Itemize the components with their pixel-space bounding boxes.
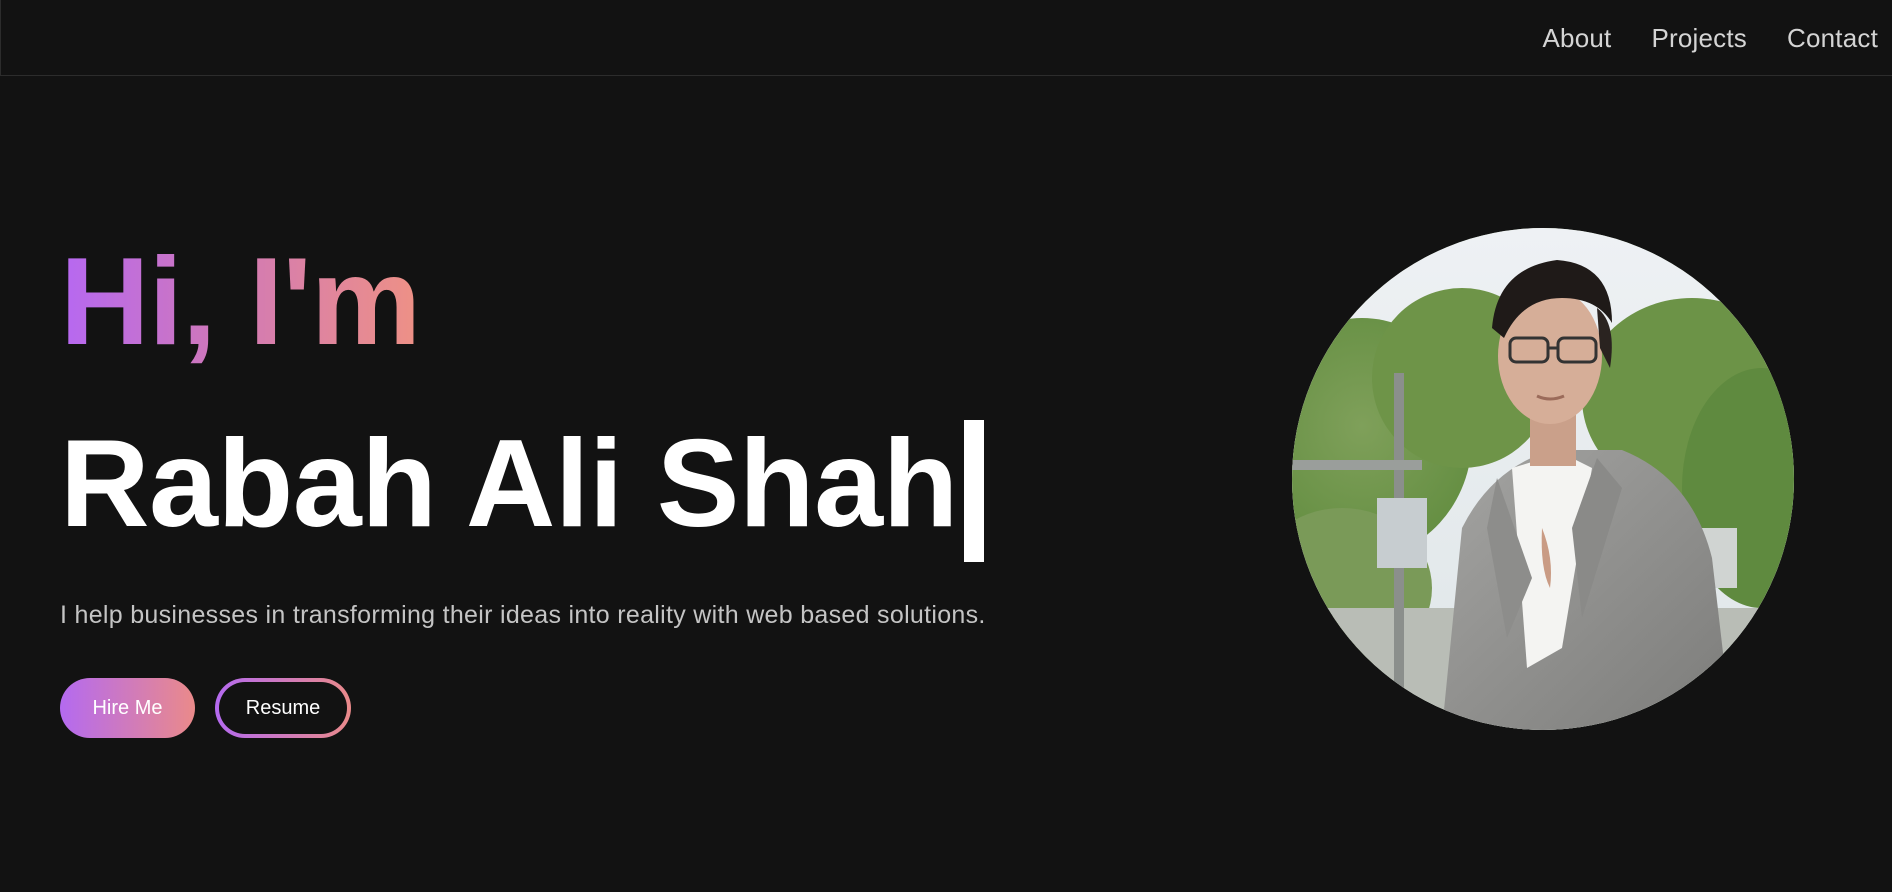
nav-link-about[interactable]: About <box>1543 23 1612 54</box>
profile-photo <box>1292 228 1794 730</box>
hire-me-button[interactable]: Hire Me <box>60 678 195 738</box>
hero-name-row: Rabah Ali Shah <box>60 415 984 562</box>
main-nav: About Projects Contact <box>1543 0 1892 76</box>
page: About Projects Contact Hi, I'm Rabah Ali… <box>0 0 1892 892</box>
hero-tagline: I help businesses in transforming their … <box>60 601 986 629</box>
profile-photo-icon <box>1292 228 1794 730</box>
hero-actions: Hire Me Resume <box>60 678 351 738</box>
resume-button-label: Resume <box>219 682 347 734</box>
hero-name: Rabah Ali Shah <box>60 415 958 553</box>
hero-greeting: Hi, I'm <box>60 233 421 371</box>
typing-cursor <box>963 420 984 562</box>
resume-button[interactable]: Resume <box>215 678 351 738</box>
site-header: About Projects Contact <box>0 0 1892 76</box>
nav-link-projects[interactable]: Projects <box>1651 23 1747 54</box>
nav-link-contact[interactable]: Contact <box>1787 23 1878 54</box>
